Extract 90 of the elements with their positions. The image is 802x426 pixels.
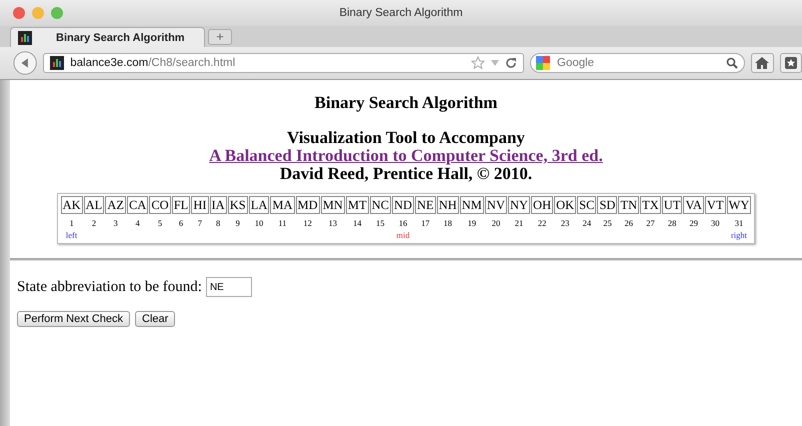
index-label: 24: [582, 217, 592, 229]
reload-icon[interactable]: [505, 57, 517, 69]
new-tab-button[interactable]: +: [208, 29, 232, 45]
index-label: 20: [492, 217, 500, 229]
index-label: 16: [398, 217, 408, 229]
search-field[interactable]: Google: [530, 53, 745, 73]
index-label: 9: [236, 217, 240, 229]
index-label: 14: [352, 217, 362, 229]
index-label: 2: [92, 217, 96, 229]
array-cell: MN: [320, 196, 345, 214]
array-cell: IA: [210, 196, 227, 214]
action-button[interactable]: Clear: [135, 311, 176, 327]
index-label: 11: [278, 217, 287, 229]
array-cell: LA: [248, 196, 270, 214]
pointer-label: left: [66, 229, 78, 241]
index-label: 12: [303, 217, 312, 229]
array-cell: VA: [683, 196, 704, 214]
index-label: 23: [560, 217, 570, 229]
array-cell: TX: [640, 196, 661, 214]
index-label: 19: [468, 217, 476, 229]
author-line: David Reed, Prentice Hall, © 2010.: [280, 165, 532, 183]
array-cell: AL: [84, 196, 104, 214]
index-label: 10: [254, 217, 264, 229]
index-label: 25: [603, 217, 612, 229]
array-cell: ND: [392, 196, 414, 214]
array-cell: CO: [149, 196, 171, 214]
index-label: 22: [538, 217, 546, 229]
close-icon[interactable]: [13, 7, 25, 19]
browser-tab[interactable]: Binary Search Algorithm: [10, 27, 205, 47]
index-label: 15: [376, 217, 385, 229]
array-cell: SD: [597, 196, 618, 214]
array-cell: NV: [484, 196, 507, 214]
pointer-label: mid: [396, 229, 410, 241]
index-label: 8: [216, 217, 220, 229]
index-label: 17: [421, 217, 430, 229]
action-button[interactable]: Perform Next Check: [17, 311, 130, 327]
favicon-icon: [50, 56, 64, 70]
array-cell: MT: [346, 196, 369, 214]
book-link[interactable]: A Balanced Introduction to Computer Science, 3rd ed.: [209, 147, 603, 165]
array-cell: OK: [554, 196, 576, 214]
index-label: 13: [328, 217, 338, 229]
page-heading: Binary Search Algorithm: [314, 93, 498, 113]
subtitle: Visualization Tool to Accompany: [287, 129, 525, 147]
window-title: Binary Search Algorithm: [339, 7, 463, 19]
address-field[interactable]: balance3e.com/Ch8/search.html: [43, 53, 524, 73]
index-label: 31: [734, 217, 744, 229]
index-label: 6: [178, 217, 184, 229]
index-label: 5: [158, 217, 162, 229]
google-icon: [536, 56, 550, 70]
state-input[interactable]: NE: [206, 277, 252, 297]
pointer-label: right: [730, 229, 748, 241]
index-label: 3: [114, 217, 118, 229]
array-cell: MD: [296, 196, 320, 214]
array-cell: NH: [436, 196, 459, 214]
array-cell: SC: [577, 196, 596, 214]
array-cell: KS: [228, 196, 248, 214]
index-label: 18: [443, 217, 452, 229]
star-icon[interactable]: [471, 56, 485, 70]
array-cell: TN: [618, 196, 640, 214]
home-icon: [755, 57, 770, 69]
array-cell: AK: [60, 196, 83, 214]
bookmark-icon: [784, 57, 797, 69]
home-button[interactable]: [751, 53, 774, 73]
index-label: 4: [136, 217, 140, 229]
index-label: 21: [514, 217, 524, 229]
favicon-icon: [18, 30, 32, 44]
index-label: 29: [689, 217, 698, 229]
array-cell: WY: [726, 196, 752, 214]
array-cell: CA: [126, 196, 148, 214]
array-cell: AZ: [105, 196, 126, 214]
array-cell: OH: [531, 196, 554, 214]
array-cell: MA: [270, 196, 295, 214]
index-label: 27: [646, 217, 655, 229]
prompt-label: State abbreviation to be found:: [17, 278, 202, 296]
array-cell: UT: [662, 196, 682, 214]
index-label: 1: [69, 217, 74, 229]
array-cell: VT: [704, 196, 726, 214]
array-cell: FL: [172, 196, 190, 214]
array-cell: NM: [460, 196, 484, 214]
index-label: 26: [624, 217, 634, 229]
array-cell: NY: [508, 196, 530, 214]
search-icon[interactable]: [726, 57, 738, 69]
back-button[interactable]: [13, 50, 38, 76]
bookmarks-button[interactable]: [780, 53, 802, 73]
index-label: 30: [711, 217, 720, 229]
array-cell: NE: [415, 196, 436, 214]
index-label: 28: [668, 217, 676, 229]
array-cell: HI: [191, 196, 209, 214]
array-cell: NC: [370, 196, 391, 214]
index-label: 7: [198, 217, 202, 229]
